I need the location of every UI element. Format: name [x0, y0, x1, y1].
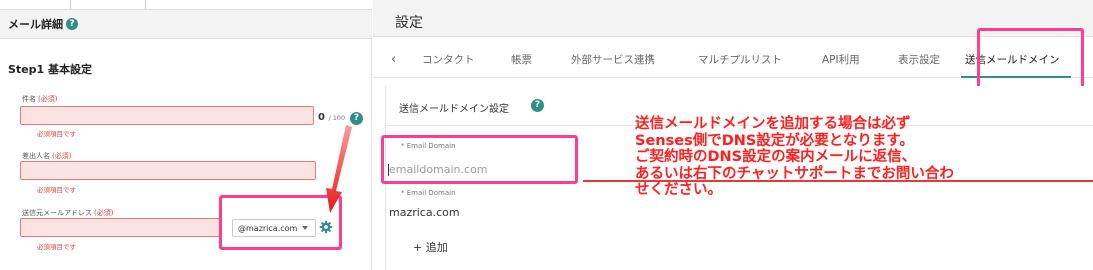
sender-address-label: 送信元メールアドレス (必須)	[22, 209, 114, 217]
panel-title: メール詳細	[8, 18, 63, 31]
highlight-box-input	[381, 135, 578, 184]
tab-contact[interactable]: コンタクト	[422, 52, 475, 67]
sender-address-error: 必須項目です	[37, 243, 76, 251]
sender-address-input[interactable]	[20, 218, 222, 237]
annotation-text: 送信メールドメインを追加する場合は必ず Senses側でDNS設定が必要となりま…	[635, 116, 954, 198]
tab-display-settings[interactable]: 表示設定	[898, 52, 940, 67]
add-domain-button[interactable]: + 追加	[413, 239, 448, 255]
required-marker: (必須)	[38, 95, 58, 103]
chevron-left-icon[interactable]: ‹	[391, 52, 396, 67]
tab-forms[interactable]: 帳票	[511, 52, 532, 67]
help-icon[interactable]: ?	[66, 18, 78, 30]
tab-multiple-list[interactable]: マルチプルリスト	[698, 52, 782, 67]
character-counter: 0 / 100	[318, 112, 346, 123]
email-domain-input-existing[interactable]: mazrica.com	[389, 206, 460, 219]
settings-panel: 設定 ‹ コンタクト 帳票 外部サービス連携 マルチプルリスト API利用 表示…	[373, 0, 1093, 270]
top-toolbar-strip	[0, 0, 372, 10]
subject-label: 件名 (必須)	[22, 95, 58, 103]
sender-name-error: 必須項目です	[37, 186, 76, 194]
required-marker: (必須)	[52, 152, 72, 160]
card-title: 送信メールドメイン設定	[399, 104, 509, 115]
sender-name-label: 差出人名 (必須)	[22, 152, 72, 160]
email-domain-label: * Email Domain	[401, 189, 456, 197]
page-title: 設定	[395, 15, 423, 31]
sender-name-input[interactable]	[20, 161, 316, 180]
step-title: Step1 基本設定	[8, 63, 92, 76]
subject-error: 必須項目です	[37, 130, 76, 138]
required-marker: (必須)	[94, 209, 114, 217]
subject-help-icon[interactable]: ?	[350, 112, 363, 125]
help-icon[interactable]: ?	[531, 99, 544, 112]
mail-detail-panel: メール詳細 ? Step1 基本設定 件名 (必須) 必須項目です 0 / 100…	[0, 0, 372, 270]
arrow-icon	[326, 125, 352, 213]
tab-external-services[interactable]: 外部サービス連携	[571, 52, 655, 67]
tab-api[interactable]: API利用	[822, 52, 860, 67]
subject-input[interactable]	[20, 106, 314, 125]
highlight-box-tab	[977, 28, 1084, 89]
